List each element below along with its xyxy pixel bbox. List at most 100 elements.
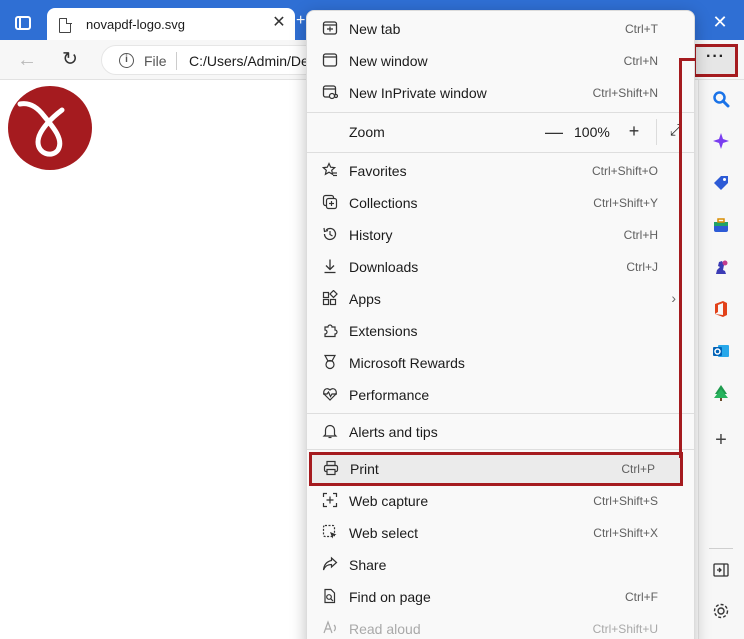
menu-item-label: New InPrivate window xyxy=(349,85,487,101)
menu-divider xyxy=(307,449,694,450)
rewards-medal-icon xyxy=(321,354,339,372)
menu-item-label: Share xyxy=(349,557,387,573)
annotation-line xyxy=(679,61,682,458)
menu-item-web-select[interactable]: Web select Ctrl+Shift+X xyxy=(311,518,692,548)
add-sidebar-app-button[interactable]: + xyxy=(709,428,733,452)
menu-item-label: Print xyxy=(350,461,379,477)
new-window-icon xyxy=(321,52,339,70)
collections-icon xyxy=(321,194,339,212)
menu-item-label: New window xyxy=(349,53,428,69)
star-list-icon xyxy=(321,162,339,180)
menu-item-label: Read aloud xyxy=(349,621,421,637)
history-icon xyxy=(321,226,339,244)
tools-briefcase-icon[interactable] xyxy=(709,216,733,240)
chevron-right-icon: › xyxy=(671,290,676,306)
menu-item-label: Favorites xyxy=(349,163,407,179)
menu-item-shortcut: Ctrl+T xyxy=(625,22,658,36)
menu-item-print[interactable]: Print Ctrl+P xyxy=(309,452,683,486)
read-aloud-icon xyxy=(321,620,339,638)
menu-item-shortcut: Ctrl+Shift+S xyxy=(593,494,658,508)
inprivate-icon xyxy=(321,84,339,102)
menu-item-shortcut: Ctrl+Shift+U xyxy=(592,622,658,636)
menu-item-alerts-and-tips[interactable]: Alerts and tips xyxy=(311,417,692,447)
address-divider xyxy=(176,52,177,70)
menu-item-shortcut: Ctrl+Shift+N xyxy=(592,86,658,100)
refresh-button[interactable]: ↻ xyxy=(62,49,84,71)
menu-item-shortcut: Ctrl+N xyxy=(623,54,658,68)
window-close-button[interactable]: ✕ xyxy=(706,8,734,36)
menu-item-web-capture[interactable]: Web capture Ctrl+Shift+S xyxy=(311,486,692,516)
tab-close-button[interactable]: ✕ xyxy=(269,13,289,33)
info-icon[interactable]: i xyxy=(119,53,134,68)
address-bar[interactable]: i File C:/Users/Admin/De xyxy=(101,45,341,75)
zoom-label: Zoom xyxy=(349,124,385,140)
menu-divider xyxy=(307,112,694,113)
menu-item-apps[interactable]: Apps › xyxy=(311,284,692,314)
back-button[interactable]: ← xyxy=(17,49,39,71)
file-label: File xyxy=(144,53,167,69)
copilot-sparkle-icon[interactable] xyxy=(709,132,733,156)
menu-item-new-inprivate-window[interactable]: New InPrivate window Ctrl+Shift+N xyxy=(311,78,692,108)
new-tab-icon xyxy=(321,20,339,38)
apps-icon xyxy=(321,289,339,308)
tab-actions-icon[interactable] xyxy=(15,16,31,30)
menu-item-share[interactable]: Share xyxy=(311,550,692,580)
menu-item-shortcut: Ctrl+J xyxy=(626,260,658,274)
shopping-tag-icon[interactable] xyxy=(709,174,733,198)
menu-item-label: Collections xyxy=(349,195,418,211)
menu-item-label: Web select xyxy=(349,525,418,541)
menu-item-shortcut: Ctrl+P xyxy=(621,462,655,476)
tab-novapdf-logo[interactable]: novapdf-logo.svg ✕ xyxy=(47,8,295,41)
drop-tree-icon[interactable] xyxy=(709,384,733,408)
web-select-icon xyxy=(321,524,339,542)
menu-item-label: Downloads xyxy=(349,259,419,275)
menu-item-label: Web capture xyxy=(349,493,429,509)
zoom-in-button[interactable]: + xyxy=(624,121,644,141)
address-url[interactable]: C:/Users/Admin/De xyxy=(189,53,309,69)
search-icon[interactable] xyxy=(709,90,733,114)
games-chess-icon[interactable] xyxy=(709,258,733,282)
menu-item-new-window[interactable]: New window Ctrl+N xyxy=(311,46,692,76)
menu-divider xyxy=(307,152,694,153)
menu-item-microsoft-rewards[interactable]: Microsoft Rewards xyxy=(311,348,692,378)
menu-item-downloads[interactable]: Downloads Ctrl+J xyxy=(311,252,692,282)
settings-and-more-button[interactable]: ··· xyxy=(693,44,738,77)
menu-item-new-tab[interactable]: New tab Ctrl+T xyxy=(311,14,692,44)
outlook-icon[interactable] xyxy=(709,342,733,366)
fullscreen-button[interactable]: ⤢ xyxy=(666,122,686,140)
hide-sidebar-icon[interactable] xyxy=(709,561,733,585)
menu-item-shortcut: Ctrl+H xyxy=(623,228,658,242)
menu-item-shortcut: Ctrl+Shift+X xyxy=(593,526,658,540)
zoom-value: 100% xyxy=(574,124,610,140)
menu-item-label: Performance xyxy=(349,387,430,403)
zoom-divider xyxy=(656,119,657,145)
download-icon xyxy=(321,258,339,276)
menu-item-read-aloud[interactable]: Read aloud Ctrl+Shift+U xyxy=(311,614,692,639)
menu-item-collections[interactable]: Collections Ctrl+Shift+Y xyxy=(311,188,692,218)
zoom-out-button[interactable]: — xyxy=(544,122,564,142)
menu-item-shortcut: Ctrl+F xyxy=(625,590,658,604)
menu-item-history[interactable]: History Ctrl+H xyxy=(311,220,692,250)
tab-title: novapdf-logo.svg xyxy=(86,17,186,32)
menu-item-shortcut: Ctrl+Shift+Y xyxy=(593,196,658,210)
office-icon[interactable] xyxy=(709,300,733,324)
puzzle-piece-icon xyxy=(321,322,339,340)
menu-item-performance[interactable]: Performance xyxy=(311,380,692,410)
gear-icon[interactable] xyxy=(709,602,733,626)
novapdf-logo xyxy=(8,86,92,170)
menu-item-label: History xyxy=(349,227,393,243)
performance-heart-icon xyxy=(321,386,339,404)
menu-item-label: Microsoft Rewards xyxy=(349,355,465,371)
menu-item-extensions[interactable]: Extensions xyxy=(311,316,692,346)
edge-sidebar: + xyxy=(698,80,744,639)
menu-item-shortcut: Ctrl+Shift+O xyxy=(591,164,658,178)
menu-item-favorites[interactable]: Favorites Ctrl+Shift+O xyxy=(311,156,692,186)
menu-item-label: Extensions xyxy=(349,323,418,339)
web-capture-icon xyxy=(321,492,339,510)
find-on-page-icon xyxy=(321,588,339,606)
menu-item-zoom: Zoom — 100% + ⤢ xyxy=(311,117,692,147)
menu-item-find-on-page[interactable]: Find on page Ctrl+F xyxy=(311,582,692,612)
menu-item-label: Find on page xyxy=(349,589,431,605)
sidebar-divider xyxy=(709,548,733,549)
bell-icon xyxy=(321,423,339,441)
